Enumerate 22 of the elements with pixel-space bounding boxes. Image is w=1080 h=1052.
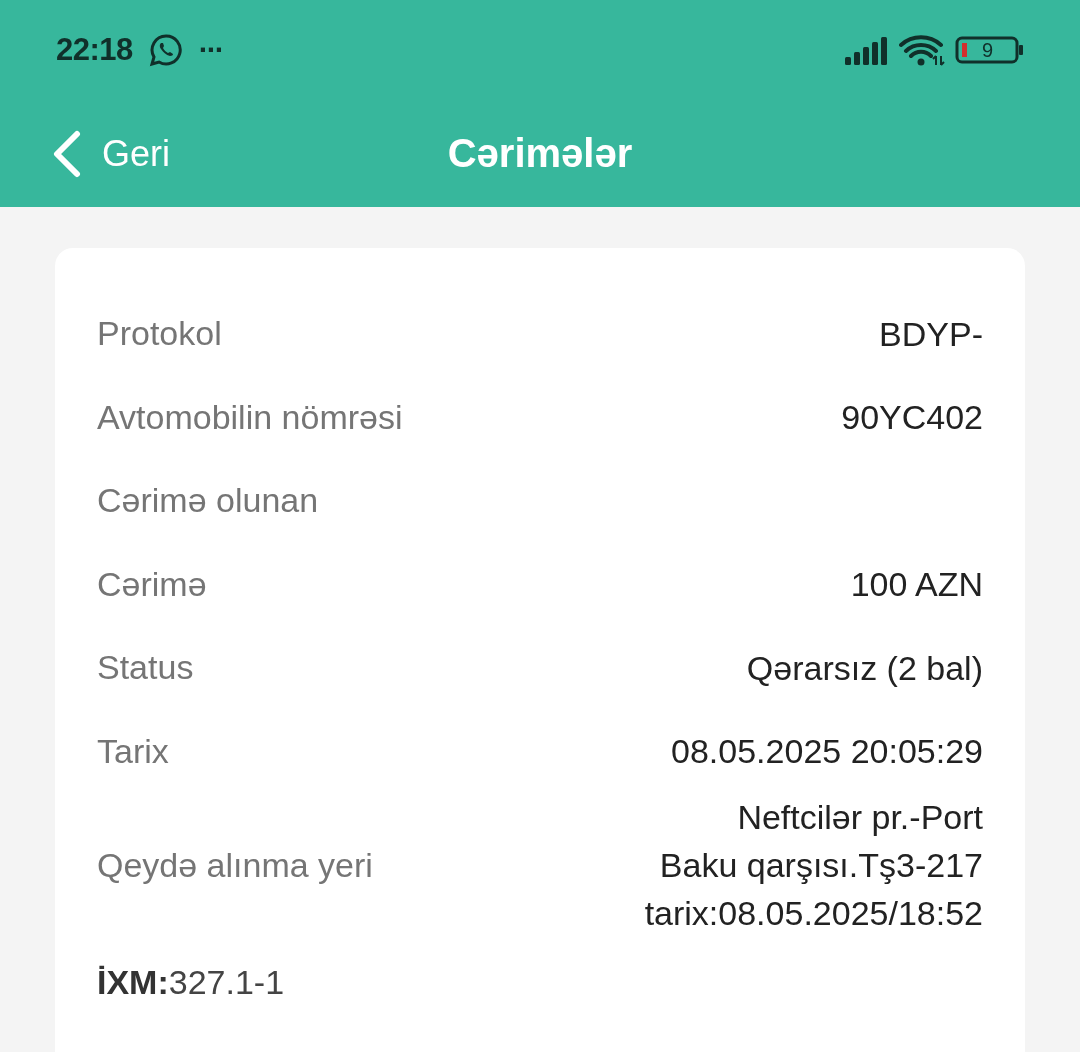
field-label: Avtomobilin nömrəsi bbox=[97, 397, 403, 437]
more-notifications-icon: ··· bbox=[198, 33, 223, 67]
field-label: Status bbox=[97, 648, 194, 688]
field-label: Cərimə bbox=[97, 564, 207, 604]
field-value: 90YC402 bbox=[841, 397, 983, 439]
field-label: Cərimə olunan bbox=[97, 481, 319, 521]
wifi-icon bbox=[899, 34, 945, 66]
field-value: Qərarsız (2 bal) bbox=[746, 647, 983, 689]
chevron-left-icon bbox=[52, 129, 82, 178]
field-value: Neftcilər pr.-Port Baku qarşısı.Tş3-217 tarix:08.05.2025/18:52 bbox=[644, 797, 983, 934]
signal-icon bbox=[845, 35, 889, 65]
clock-time: 22:18 bbox=[56, 32, 133, 68]
field-label: Qeydə alınma yeri bbox=[97, 845, 373, 885]
field-label: Protokol bbox=[97, 314, 222, 354]
back-button[interactable]: Geri bbox=[52, 129, 170, 178]
law-article: İXM:327.1-1 bbox=[97, 963, 285, 1002]
chat-bubble-icon bbox=[148, 33, 183, 67]
field-label: Tarix bbox=[97, 731, 169, 771]
page-title: Cərimələr bbox=[447, 131, 633, 176]
field-value: 100 AZN bbox=[850, 564, 983, 606]
field-value: BDYP- bbox=[879, 313, 983, 355]
field-value: 08.05.2025 20:05:29 bbox=[671, 731, 983, 773]
